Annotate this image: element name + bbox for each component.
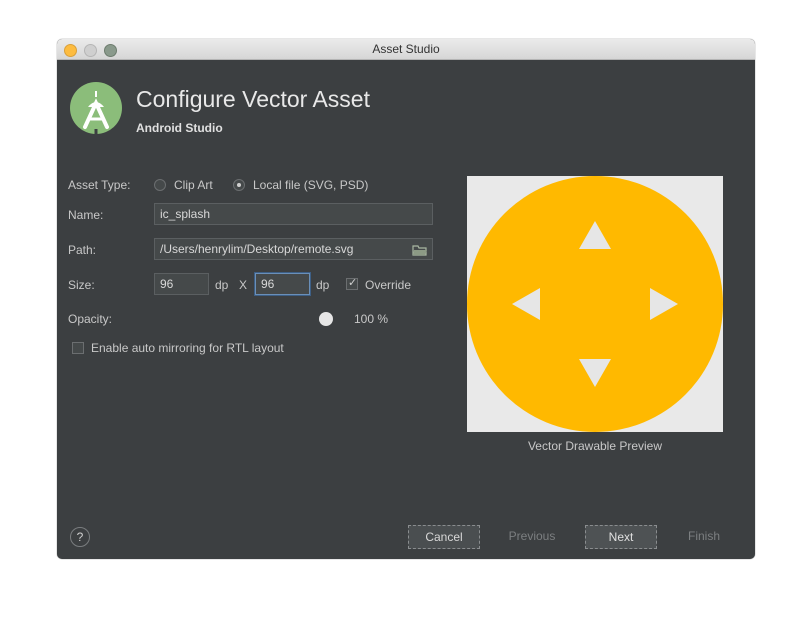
checkmark-icon: ✓	[348, 277, 358, 289]
rtl-mirroring-label[interactable]: Enable auto mirroring for RTL layout	[91, 341, 284, 355]
title-bar: Asset Studio	[57, 39, 755, 60]
folder-icon[interactable]	[412, 243, 428, 257]
name-input[interactable]: ic_splash	[154, 203, 433, 225]
rtl-mirroring-checkbox[interactable]	[72, 342, 84, 354]
local-file-radio[interactable]	[233, 179, 245, 191]
path-input[interactable]: /Users/henrylim/Desktop/remote.svg	[154, 238, 433, 260]
help-button[interactable]: ?	[70, 527, 90, 547]
page-subtitle: Android Studio	[136, 121, 223, 135]
next-button[interactable]: Next	[585, 525, 657, 549]
page-title: Configure Vector Asset	[136, 86, 370, 112]
local-file-radio-label[interactable]: Local file (SVG, PSD)	[253, 178, 368, 192]
width-input[interactable]: 96	[154, 273, 209, 295]
size-separator: X	[239, 278, 248, 292]
window-title: Asset Studio	[372, 42, 440, 56]
android-studio-logo-icon	[70, 82, 122, 137]
asset-studio-window: Asset Studio Configure Vector Asset Andr…	[57, 39, 755, 559]
path-label: Path:	[68, 243, 97, 257]
finish-button[interactable]: Finish	[675, 525, 733, 549]
override-checkbox[interactable]: ✓	[346, 277, 358, 290]
size-label: Size:	[68, 278, 95, 292]
asset-type-label: Asset Type:	[68, 178, 131, 192]
height-unit-label: dp	[316, 278, 330, 292]
opacity-value: 100 %	[354, 312, 389, 326]
vector-drawable-image	[467, 176, 723, 432]
preview-label: Vector Drawable Preview	[527, 439, 663, 453]
previous-button[interactable]: Previous	[497, 525, 567, 549]
opacity-slider-knob[interactable]	[319, 312, 333, 326]
cancel-button[interactable]: Cancel	[408, 525, 480, 549]
vector-preview	[467, 176, 723, 432]
width-unit-label: dp	[215, 278, 229, 292]
override-label[interactable]: Override	[365, 278, 411, 292]
preview-circle	[467, 176, 723, 432]
clip-art-radio-label[interactable]: Clip Art	[174, 178, 213, 192]
opacity-label: Opacity:	[68, 312, 113, 326]
clip-art-radio[interactable]	[154, 179, 166, 191]
name-label: Name:	[68, 208, 104, 222]
height-input[interactable]: 96	[255, 273, 310, 295]
